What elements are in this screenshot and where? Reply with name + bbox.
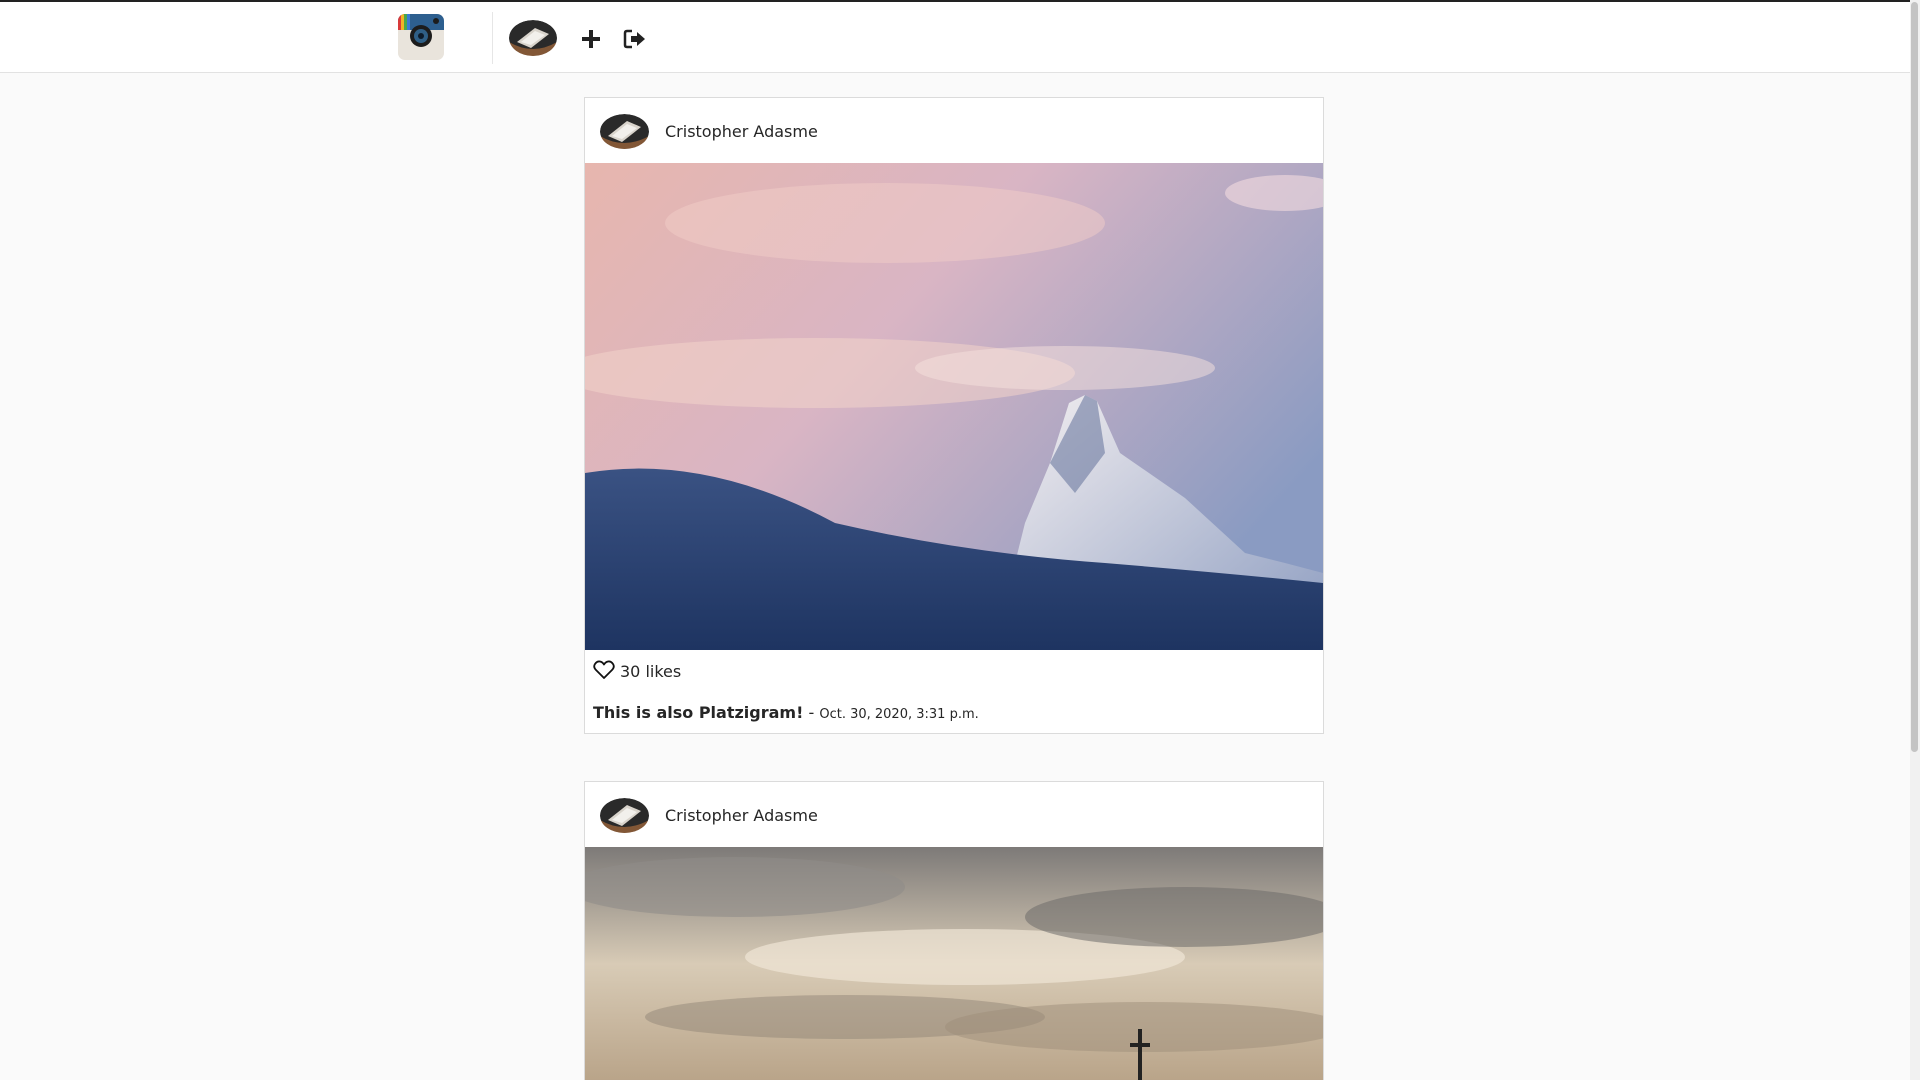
profile-avatar[interactable] (509, 20, 557, 56)
caption-separator: - (803, 703, 820, 722)
author-avatar[interactable] (600, 114, 649, 149)
post-card: Cristopher Adasme (584, 97, 1324, 734)
post-header: Cristopher Adasme (585, 98, 1323, 163)
page-scrollbar-thumb[interactable] (1911, 2, 1918, 752)
author-name[interactable]: Cristopher Adasme (665, 806, 818, 825)
post-caption: This is also Platzigram! - Oct. 30, 2020… (593, 703, 979, 722)
author-avatar[interactable] (600, 798, 649, 833)
post-photo-mountain[interactable] (585, 163, 1323, 650)
author-name[interactable]: Cristopher Adasme (665, 122, 818, 141)
post-photo-summit-cross[interactable] (585, 847, 1323, 1080)
top-navbar (0, 0, 1910, 73)
caption-title: This is also Platzigram! (593, 703, 804, 722)
post-footer: 30 likes This is also Platzigram! - Oct.… (585, 650, 1323, 733)
post-header: Cristopher Adasme (585, 782, 1323, 847)
heart-icon[interactable] (593, 660, 615, 680)
post-card: Cristopher Adasme (584, 781, 1324, 1080)
app-logo-icon[interactable] (398, 14, 444, 60)
nav-divider (492, 12, 493, 64)
add-post-plus-icon[interactable] (580, 28, 602, 50)
logout-icon[interactable] (623, 28, 647, 50)
post-date: Oct. 30, 2020, 3:31 p.m. (819, 707, 979, 722)
likes-count: 30 likes (620, 662, 682, 681)
